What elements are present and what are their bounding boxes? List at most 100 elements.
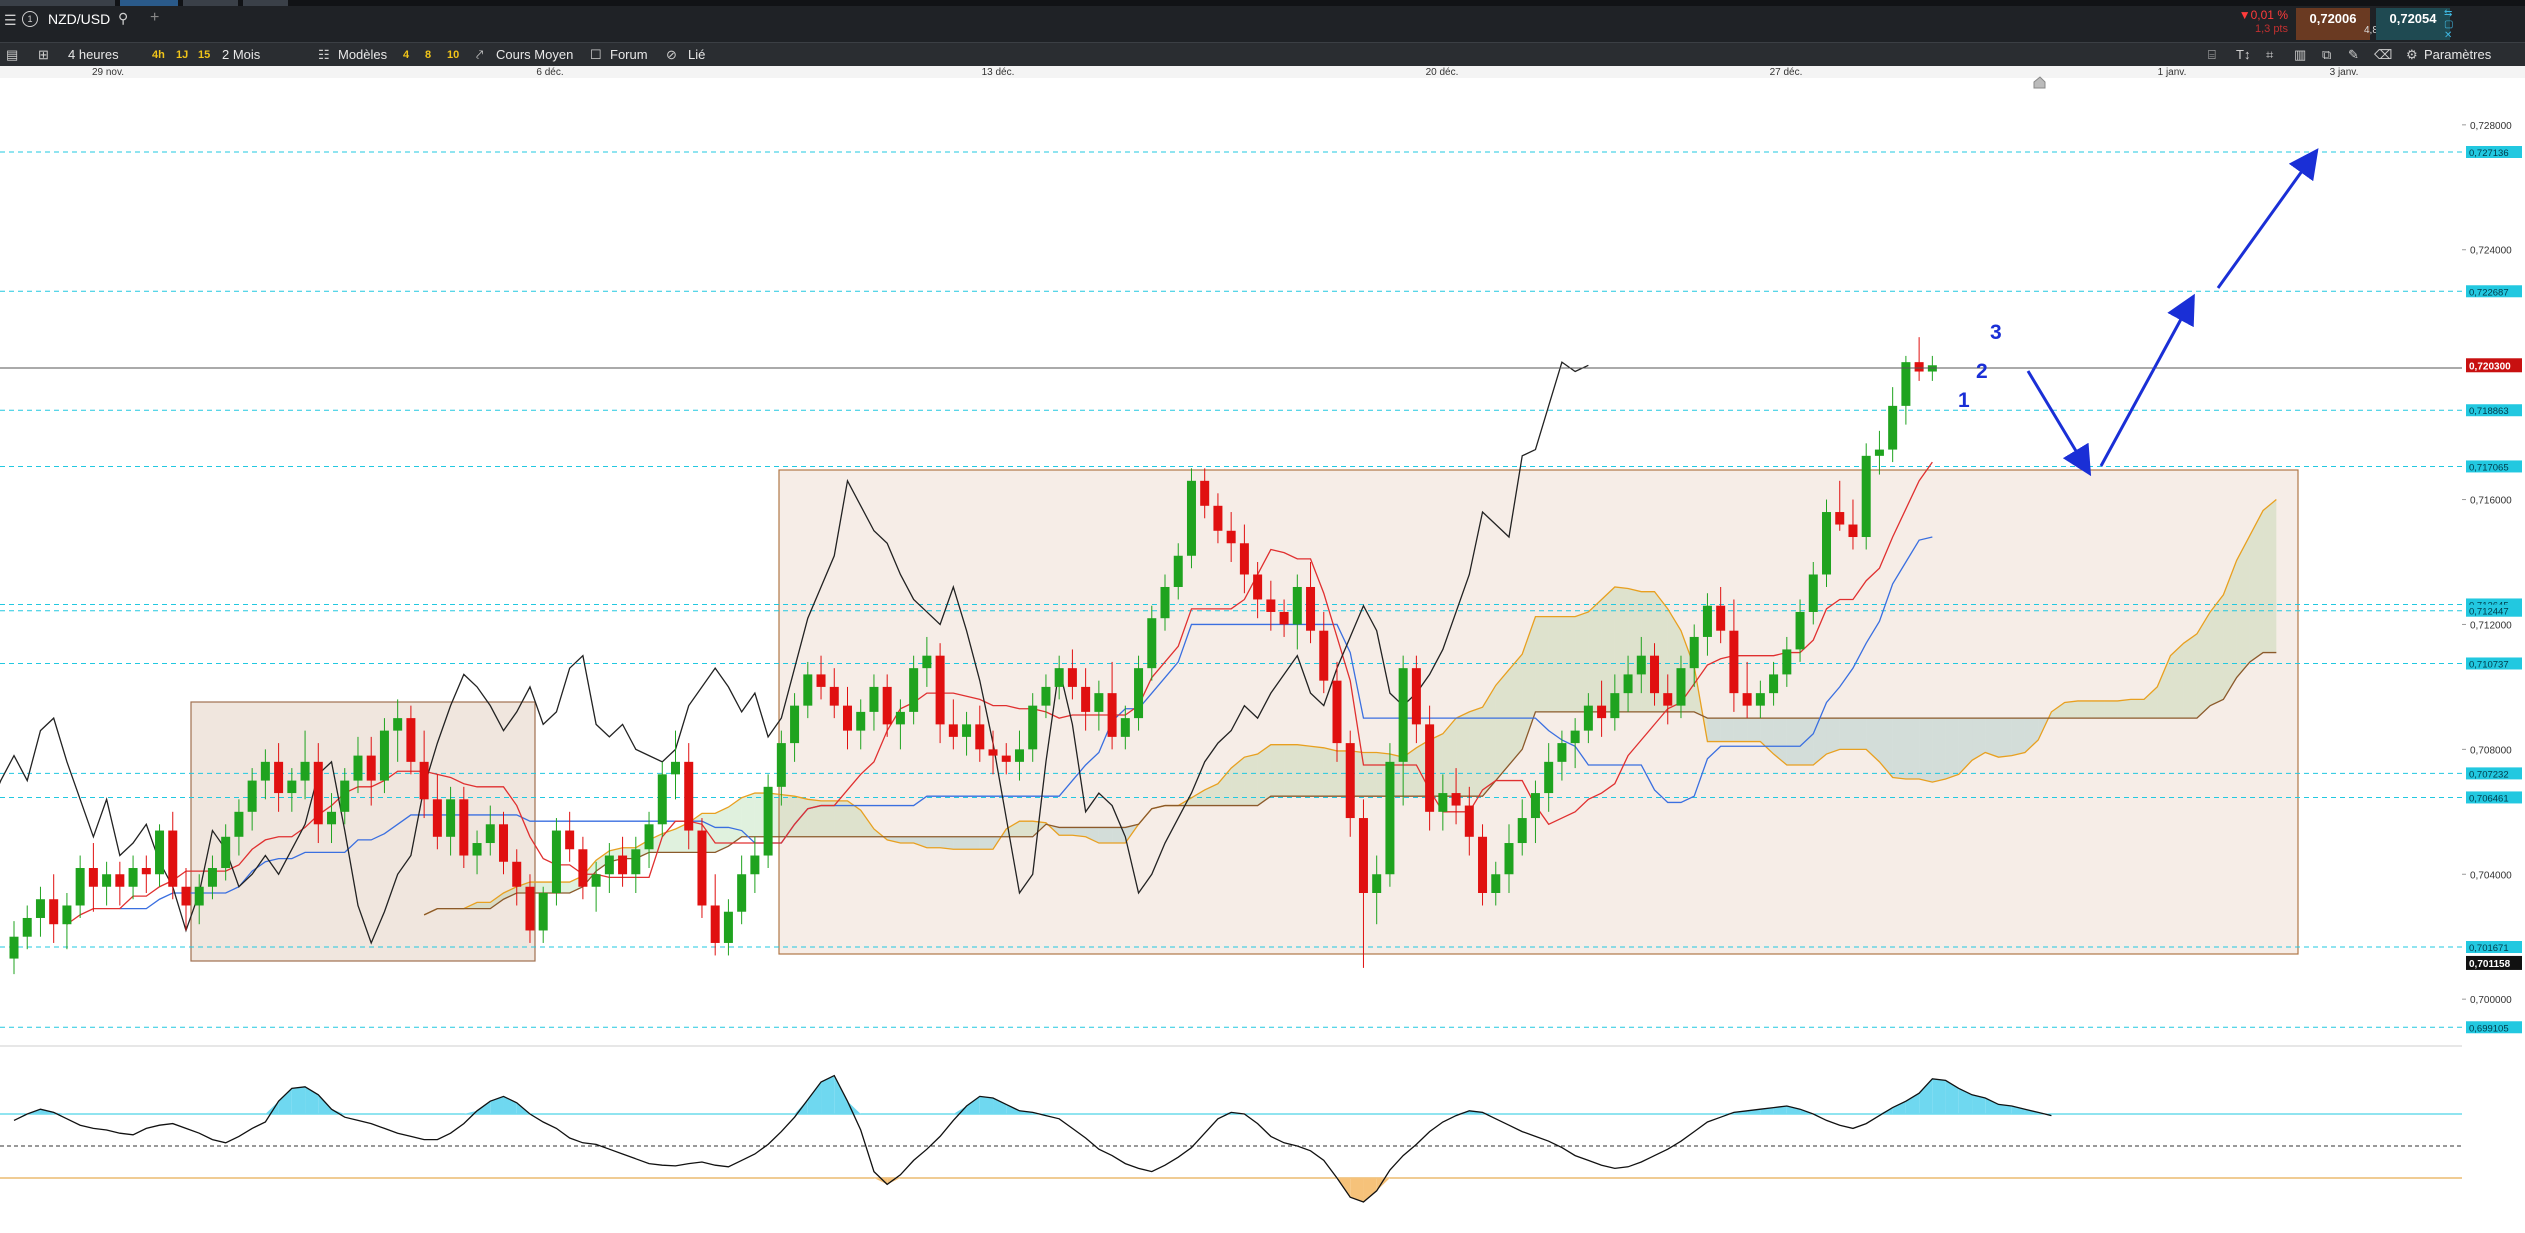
candle-body — [710, 905, 720, 943]
time-tick-label: 20 déc. — [1426, 67, 1459, 78]
text-size-icon[interactable]: T↕ — [2236, 43, 2250, 67]
time-axis: 29 nov. 6 déc. 13 déc. 20 déc. 27 déc. 1 janv… — [0, 66, 2525, 78]
chart-type-icon[interactable]: ⌸ — [2208, 43, 2216, 67]
candle-body — [75, 868, 85, 906]
candle-body — [234, 811, 244, 837]
tab-strip-segment[interactable] — [183, 0, 238, 6]
candle-body — [1610, 693, 1620, 719]
candle-body — [737, 874, 747, 912]
info-icon[interactable]: 1 — [22, 11, 38, 27]
settings-button[interactable]: Paramètres — [2424, 43, 2491, 67]
candle-body — [35, 899, 45, 918]
chart-toolbar: ▤ ⊞ 4 heures 4h 1J 15 2 Mois ☷ Modèles 4… — [0, 42, 2525, 68]
candle-body — [618, 855, 628, 875]
linked-button[interactable]: Lié — [688, 43, 705, 67]
bid-price[interactable]: 0,72006 — [2296, 8, 2370, 40]
candle-body — [406, 718, 416, 762]
cloud-segment — [741, 793, 755, 837]
candle-body — [1014, 749, 1024, 762]
candle-body — [1134, 668, 1144, 719]
candle-body — [1716, 605, 1726, 631]
candle-body — [472, 843, 482, 856]
candle-body — [1848, 524, 1858, 538]
candle-body — [1597, 705, 1607, 719]
candle-body — [1702, 605, 1712, 637]
candle-body — [1451, 793, 1461, 806]
time-tick-label: 3 janv. — [2330, 67, 2359, 78]
candle-body — [1874, 449, 1884, 456]
candle-body — [1914, 362, 1924, 372]
candle-body — [1689, 636, 1699, 669]
candle-body — [62, 905, 72, 925]
candle-body — [1782, 649, 1792, 675]
window-controls[interactable]: ⇆ ▢ ✕ — [2444, 8, 2453, 41]
symbol-label[interactable]: NZD/USD — [48, 11, 110, 27]
candle-body — [551, 830, 561, 893]
candle-body — [790, 705, 800, 744]
candle-body — [657, 774, 667, 825]
candle-body — [207, 868, 217, 887]
candle-body — [1306, 586, 1316, 631]
forum-button[interactable]: Forum — [610, 43, 648, 67]
candle-body — [287, 780, 297, 794]
interval-1j[interactable]: 1J — [176, 43, 188, 67]
ask-price[interactable]: 0,72054 — [2376, 8, 2450, 40]
model-preset-10[interactable]: 10 — [447, 43, 459, 67]
candle-body — [115, 874, 125, 887]
list-icon[interactable]: ▤ — [6, 43, 18, 67]
grid-icon[interactable]: ⊞ — [38, 43, 49, 67]
draw-icon[interactable]: ✎ — [2348, 43, 2359, 67]
candle-body — [948, 724, 958, 737]
current-price-label: 0,720300 — [2469, 361, 2511, 372]
candle-body — [1544, 761, 1554, 794]
candle-body — [1147, 618, 1157, 669]
menu-icon[interactable]: ☰ — [4, 12, 17, 29]
candle-body — [9, 936, 19, 959]
search-icon[interactable]: ⚲ — [118, 10, 128, 27]
add-tab-icon[interactable]: + — [150, 9, 159, 27]
candle-body — [1319, 630, 1329, 681]
candle-body — [1464, 805, 1474, 837]
snapshot-icon[interactable]: ⧉ — [2322, 43, 2331, 67]
cci-overbought-fill — [1932, 1078, 1946, 1114]
cloud-segment — [715, 807, 729, 853]
forum-icon[interactable]: ☐ — [590, 43, 602, 67]
price-tick-label: 0,700000 — [2470, 995, 2512, 1006]
candle-body — [313, 761, 323, 825]
price-tick-label: 0,704000 — [2470, 870, 2512, 881]
candle-body — [1517, 818, 1527, 844]
interval-4h[interactable]: 4h — [152, 43, 165, 67]
candle-body — [1253, 574, 1263, 600]
candle-body — [723, 911, 733, 943]
candle-body — [128, 868, 138, 887]
candle-body — [446, 799, 456, 837]
time-tick-label: 13 déc. — [982, 67, 1015, 78]
candle-body — [644, 824, 654, 850]
link-icon[interactable]: ⊘ — [666, 43, 677, 67]
model-preset-8[interactable]: 8 — [425, 43, 431, 67]
candle-body — [1478, 836, 1488, 893]
level-label: 0,718863 — [2469, 406, 2509, 417]
candle-body — [1200, 480, 1210, 506]
templates-button[interactable]: Modèles — [338, 43, 387, 67]
layout-icon[interactable]: ▥ — [2294, 43, 2306, 67]
range-select[interactable]: 2 Mois — [222, 43, 260, 67]
candle-body — [379, 730, 389, 781]
label-icon[interactable]: ⌫ — [2374, 43, 2392, 67]
tab-strip-segment[interactable] — [243, 0, 288, 6]
candle-body — [604, 855, 614, 875]
model-preset-4[interactable]: 4 — [403, 43, 409, 67]
candle-body — [459, 799, 469, 856]
average-price-icon[interactable]: ⤤ — [476, 43, 483, 67]
crosshair-icon[interactable]: ⌗ — [2266, 43, 2273, 67]
interval-15[interactable]: 15 — [198, 43, 210, 67]
candle-body — [1028, 705, 1038, 750]
settings-icon[interactable]: ⚙ — [2406, 43, 2418, 67]
tab-strip-segment[interactable] — [120, 0, 178, 6]
templates-icon[interactable]: ☷ — [318, 43, 330, 67]
average-price-button[interactable]: Cours Moyen — [496, 43, 573, 67]
tab-strip-segment[interactable] — [0, 0, 115, 6]
interval-select[interactable]: 4 heures — [68, 43, 119, 67]
candle-body — [353, 755, 363, 781]
chart-area[interactable]: 29 nov. 6 déc. 13 déc. 20 déc. 27 déc. 1 janv… — [0, 66, 2525, 1233]
